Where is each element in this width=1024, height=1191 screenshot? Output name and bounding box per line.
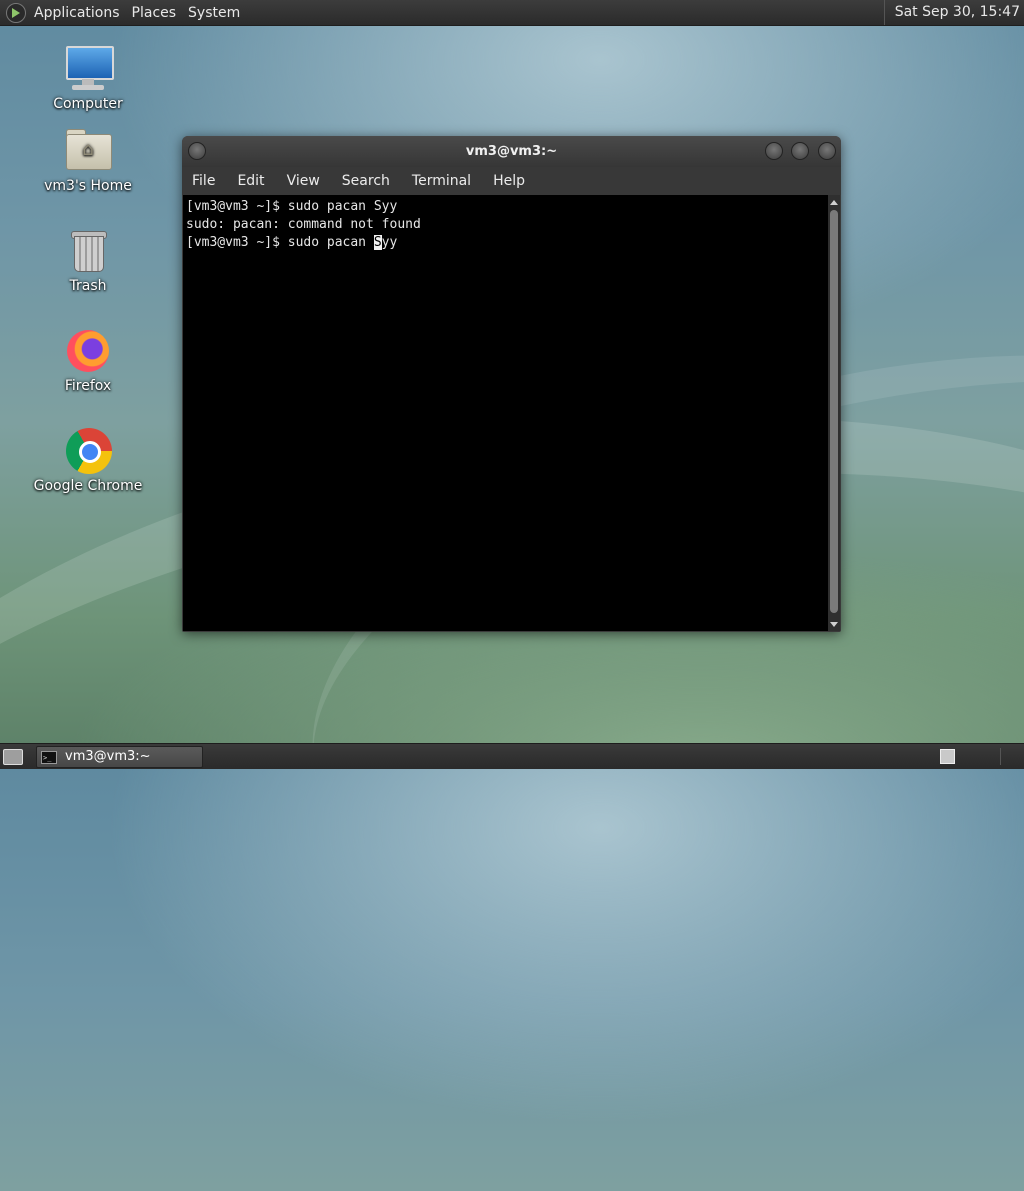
main-menu-logo-icon[interactable]: [6, 2, 26, 23]
close-button[interactable]: [818, 142, 836, 160]
terminal-output[interactable]: [vm3@vm3 ~]$ sudo pacan Syy sudo: pacan: …: [183, 195, 828, 631]
maximize-button[interactable]: [791, 142, 809, 160]
taskbar-item-label: vm3@vm3:~: [65, 749, 151, 764]
menu-edit[interactable]: Edit: [226, 173, 275, 189]
prompt-text-after-cursor: yy: [381, 235, 398, 250]
firefox-icon: [64, 326, 112, 374]
scroll-down-arrow-icon[interactable]: [830, 622, 838, 627]
show-desktop-icon[interactable]: [3, 749, 23, 765]
menu-view[interactable]: View: [276, 173, 331, 189]
menu-file[interactable]: File: [182, 173, 226, 189]
window-menu-button[interactable]: [188, 142, 206, 160]
menu-help[interactable]: Help: [482, 173, 536, 189]
terminal-line: [vm3@vm3 ~]$ sudo pacan Syy: [186, 199, 398, 214]
terminal-scrollbar[interactable]: [828, 195, 840, 631]
desktop-icon-computer[interactable]: Computer: [28, 44, 148, 112]
window-titlebar[interactable]: vm3@vm3:~: [182, 136, 841, 167]
places-menu[interactable]: Places: [128, 5, 185, 21]
window-title: vm3@vm3:~: [465, 144, 558, 159]
terminal-line: sudo: pacan: command not found: [186, 217, 421, 232]
menu-search[interactable]: Search: [331, 173, 401, 189]
applications-menu[interactable]: Applications: [30, 5, 128, 21]
home-folder-icon: ⌂: [64, 126, 112, 174]
menu-terminal[interactable]: Terminal: [401, 173, 482, 189]
prompt-text: [vm3@vm3 ~]$ sudo pacan: [186, 235, 374, 250]
minimize-button[interactable]: [765, 142, 783, 160]
terminal-icon: [41, 748, 57, 768]
bottom-panel: vm3@vm3:~: [0, 743, 1024, 769]
clock[interactable]: Sat Sep 30, 15:47: [883, 0, 1024, 25]
terminal-menubar: File Edit View Search Terminal Help: [182, 167, 841, 195]
top-panel: Applications Places System Sat Sep 30, 1…: [0, 0, 1024, 26]
desktop-icon-label: vm3's Home: [44, 178, 132, 194]
trash-icon: [64, 226, 112, 274]
scroll-up-arrow-icon[interactable]: [830, 200, 838, 205]
desktop-icon-label: Firefox: [64, 378, 112, 394]
desktop-icon-trash[interactable]: Trash: [28, 226, 148, 294]
taskbar-item-terminal[interactable]: vm3@vm3:~: [36, 746, 203, 768]
text-cursor: S: [373, 235, 382, 250]
panel-separator: [1000, 748, 1001, 765]
desktop-icon-label: Computer: [53, 96, 123, 112]
desktop-icon-label: Trash: [69, 278, 107, 294]
terminal-window: vm3@vm3:~ File Edit View Search Terminal…: [182, 136, 841, 632]
desktop-icon-chrome[interactable]: Google Chrome: [28, 426, 148, 494]
desktop-icon-label: Google Chrome: [33, 478, 143, 494]
scrollbar-thumb[interactable]: [830, 210, 838, 613]
desktop-icon-firefox[interactable]: Firefox: [28, 326, 148, 394]
workspace-switcher[interactable]: [940, 749, 955, 764]
system-menu[interactable]: System: [184, 5, 248, 21]
desktop-icon-home[interactable]: ⌂ vm3's Home: [28, 126, 148, 194]
computer-icon: [64, 44, 114, 92]
terminal-prompt-line: [vm3@vm3 ~]$ sudo pacan Syy: [186, 234, 828, 252]
chrome-icon: [64, 426, 112, 474]
